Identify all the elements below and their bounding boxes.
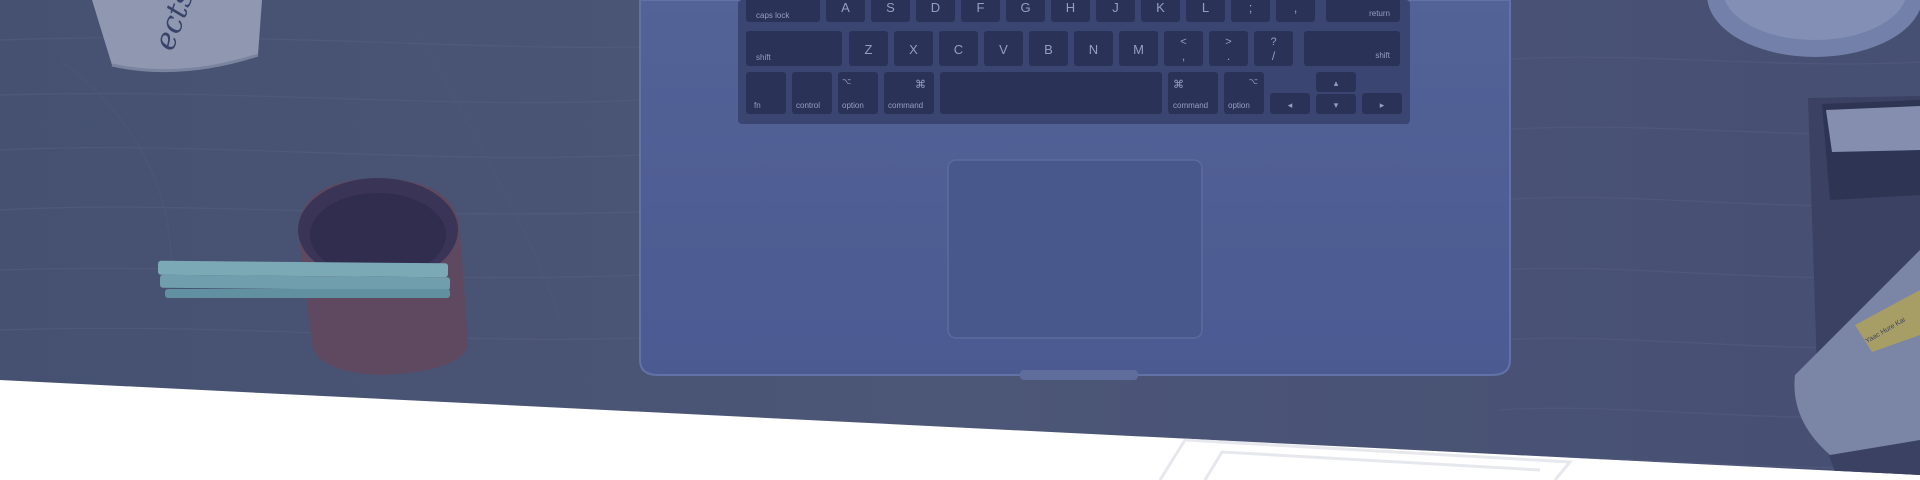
color-overlay (0, 0, 1920, 475)
photo-area: ects caps lockA S D F G H J K L;, returnshiftZ X C V… (0, 0, 1920, 475)
desk-photo: ects caps lockA S D F G H J K L;, returnshiftZ X C V… (0, 0, 1920, 480)
